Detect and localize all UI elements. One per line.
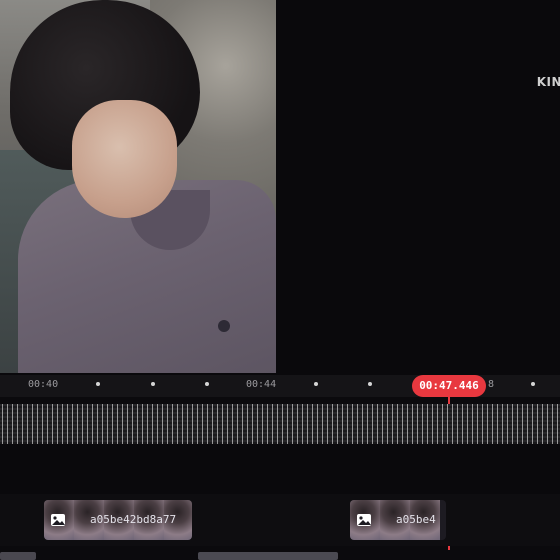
photo-face <box>72 100 177 218</box>
bottom-clip[interactable] <box>0 552 36 560</box>
tick-label: 00:44 <box>246 379 277 390</box>
tick-dot <box>205 382 209 386</box>
tick-dot <box>151 382 155 386</box>
audio-track[interactable] <box>0 404 560 444</box>
image-icon <box>357 514 371 526</box>
clip-name: a05be4 <box>396 513 436 526</box>
playhead-time-label[interactable]: 00:47.446 <box>412 375 486 397</box>
empty-track <box>0 444 560 494</box>
clip-name: a05be42bd8a77 <box>90 513 177 526</box>
bottom-clip[interactable] <box>198 552 338 560</box>
preview-overlay-text: KIN <box>536 75 560 89</box>
tick-dot <box>531 382 535 386</box>
tick-label-partial: 8 <box>488 379 495 390</box>
tick-label: 00:40 <box>28 379 59 390</box>
image-icon <box>51 514 65 526</box>
video-clip[interactable]: a05be42bd8a77 <box>44 500 192 540</box>
preview-photo[interactable] <box>0 0 276 373</box>
photo-button <box>218 320 230 332</box>
tick-dot <box>96 382 100 386</box>
tick-dot <box>368 382 372 386</box>
audio-waveform <box>0 404 560 444</box>
tick-dot <box>314 382 318 386</box>
preview-area: KIN <box>0 0 560 375</box>
video-clip[interactable]: a05be4 <box>350 500 446 540</box>
